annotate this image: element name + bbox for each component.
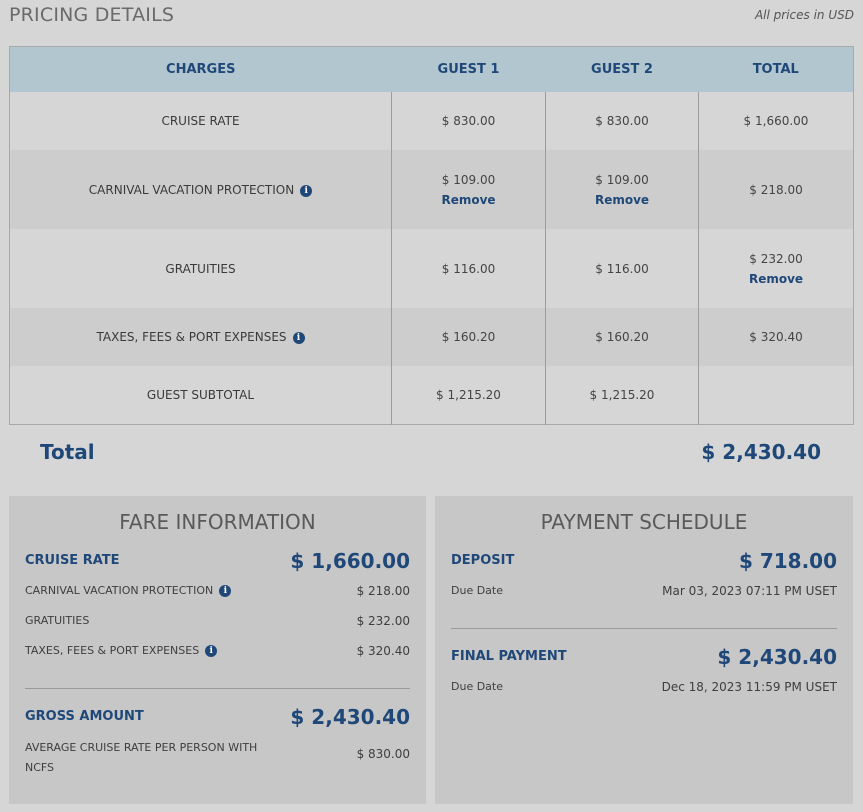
final-payment-value: $ 2,430.40: [717, 645, 837, 669]
guest-2-amount: $ 109.00: [595, 172, 649, 187]
table-row: CRUISE RATE $ 830.00 $ 830.00 $ 1,660.00: [9, 92, 854, 150]
total-amount: [698, 366, 854, 424]
column-header-charges: CHARGES: [9, 46, 392, 92]
guest-2-amount: $ 1,215.20: [545, 366, 699, 424]
total-amount: $ 320.40: [698, 308, 854, 366]
charge-label: GUEST SUBTOTAL: [9, 366, 392, 424]
total-amount: $ 218.00: [698, 150, 854, 229]
column-header-guest-1: GUEST 1: [391, 46, 546, 92]
fare-protection-line: CARNIVAL VACATION PROTECTION i $ 218.00: [25, 581, 410, 603]
fare-cruise-rate-line: CRUISE RATE $ 1,660.00: [25, 547, 410, 573]
guest-1-amount: $ 160.20: [391, 308, 546, 366]
info-icon[interactable]: i: [219, 585, 232, 597]
deposit-value: $ 718.00: [738, 549, 837, 573]
remove-gratuities-link[interactable]: Remove: [699, 272, 853, 286]
fare-gratuities-value: $ 232.00: [356, 614, 410, 628]
fare-gratuities-line: GRATUITIES $ 232.00: [25, 611, 410, 633]
payment-divider: [451, 628, 837, 629]
charge-cell: CARNIVAL VACATION PROTECTION i: [9, 150, 392, 229]
charge-cell: TAXES, FEES & PORT EXPENSES i: [9, 308, 392, 366]
pricing-table: CHARGES GUEST 1 GUEST 2 TOTAL CRUISE RAT…: [9, 46, 854, 425]
guest-1-amount: $ 1,215.20: [391, 366, 546, 424]
fare-taxes-label: TAXES, FEES & PORT EXPENSES: [25, 644, 200, 657]
gross-amount-line: GROSS AMOUNT $ 2,430.40: [25, 703, 410, 729]
fare-taxes-label-wrap: TAXES, FEES & PORT EXPENSES i: [25, 641, 218, 661]
guest-2-amount: $ 160.20: [545, 308, 699, 366]
table-row: TAXES, FEES & PORT EXPENSES i $ 160.20 $ …: [9, 308, 854, 366]
charge-label: CARNIVAL VACATION PROTECTION: [88, 182, 295, 197]
column-header-guest-2: GUEST 2: [545, 46, 699, 92]
pricing-header: PRICING DETAILS All prices in USD: [9, 4, 854, 34]
remove-protection-guest-1-link[interactable]: Remove: [392, 193, 545, 207]
fare-information-title: FARE INFORMATION: [119, 510, 316, 534]
column-header-total: TOTAL: [698, 46, 854, 92]
currency-note: All prices in USD: [754, 8, 854, 22]
final-due-label: Due Date: [451, 680, 503, 693]
fare-taxes-value: $ 320.40: [356, 644, 410, 658]
grand-total-label: Total: [40, 440, 95, 464]
deposit-line: DEPOSIT $ 718.00: [451, 547, 837, 573]
fare-cruise-rate-value: $ 1,660.00: [290, 549, 410, 573]
info-icon[interactable]: i: [300, 184, 313, 197]
payment-schedule-panel: PAYMENT SCHEDULE DEPOSIT $ 718.00 Due Da…: [435, 496, 853, 804]
total-amount: $ 232.00: [749, 251, 803, 266]
fare-gratuities-label: GRATUITIES: [25, 614, 90, 627]
fare-cruise-rate-label: CRUISE RATE: [25, 553, 120, 568]
guest-1-amount: $ 116.00: [391, 229, 546, 308]
info-icon[interactable]: i: [292, 332, 305, 344]
deposit-due-line: Due Date Mar 03, 2023 07:11 PM USET: [451, 581, 837, 603]
fare-protection-label-wrap: CARNIVAL VACATION PROTECTION i: [25, 581, 232, 601]
charge-label: TAXES, FEES & PORT EXPENSES: [96, 330, 287, 344]
table-row: GRATUITIES $ 116.00 $ 116.00 $ 232.00 Re…: [9, 229, 854, 308]
remove-protection-guest-2-link[interactable]: Remove: [546, 193, 698, 207]
fare-information-panel: FARE INFORMATION CRUISE RATE $ 1,660.00 …: [9, 496, 426, 804]
fare-taxes-line: TAXES, FEES & PORT EXPENSES i $ 320.40: [25, 641, 410, 663]
final-due-line: Due Date Dec 18, 2023 11:59 PM USET: [451, 677, 837, 699]
deposit-due-label: Due Date: [451, 584, 503, 597]
table-header-row: CHARGES GUEST 1 GUEST 2 TOTAL: [9, 46, 854, 92]
guest-1-amount: $ 109.00: [441, 172, 496, 187]
fare-divider: [25, 688, 410, 689]
final-payment-label: FINAL PAYMENT: [451, 649, 567, 664]
guest-1-cell: $ 109.00 Remove: [391, 150, 546, 229]
table-row: CARNIVAL VACATION PROTECTION i $ 109.00 R…: [9, 150, 854, 229]
gross-amount-value: $ 2,430.40: [290, 705, 410, 729]
total-amount: $ 1,660.00: [698, 92, 854, 150]
gross-amount-label: GROSS AMOUNT: [25, 709, 144, 724]
final-payment-line: FINAL PAYMENT $ 2,430.40: [451, 643, 837, 669]
table-row: GUEST SUBTOTAL $ 1,215.20 $ 1,215.20: [9, 366, 854, 424]
grand-total-value: $ 2,430.40: [701, 440, 821, 464]
charge-label: GRATUITIES: [9, 229, 392, 308]
guest-2-amount: $ 116.00: [545, 229, 699, 308]
total-cell: $ 232.00 Remove: [698, 229, 854, 308]
fare-protection-value: $ 218.00: [356, 584, 410, 598]
deposit-label: DEPOSIT: [451, 553, 515, 568]
guest-2-amount: $ 830.00: [545, 92, 699, 150]
page-title: PRICING DETAILS: [9, 4, 175, 26]
average-rate-label: AVERAGE CRUISE RATE PER PERSON WITH NCFS: [25, 741, 258, 774]
info-icon[interactable]: i: [205, 645, 218, 657]
grand-total-row: Total $ 2,430.40: [40, 440, 821, 468]
final-due-date: Dec 18, 2023 11:59 PM USET: [661, 680, 837, 694]
average-rate-value: $ 830.00: [356, 747, 410, 761]
fare-protection-label: CARNIVAL VACATION PROTECTION: [25, 584, 214, 597]
deposit-due-date: Mar 03, 2023 07:11 PM USET: [662, 584, 837, 598]
guest-2-cell: $ 109.00 Remove: [545, 150, 699, 229]
charge-label: CRUISE RATE: [9, 92, 392, 150]
payment-schedule-title: PAYMENT SCHEDULE: [540, 510, 748, 534]
guest-1-amount: $ 830.00: [391, 92, 546, 150]
